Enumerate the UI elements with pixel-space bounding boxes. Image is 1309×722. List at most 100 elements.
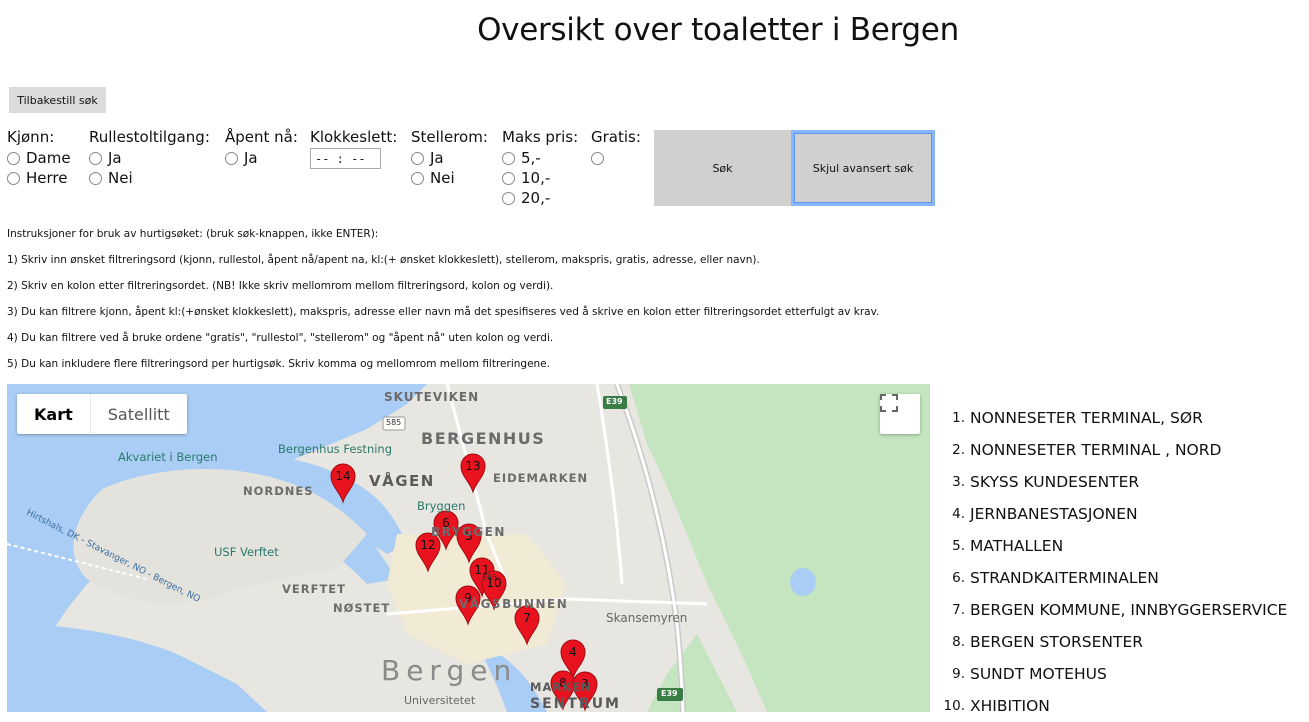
map-type-satellite[interactable]: Satellitt	[89, 394, 187, 434]
marker-label: 13	[465, 459, 480, 473]
result-name: STRANDKAITERMINALEN	[970, 569, 1159, 587]
search-button[interactable]: Søk	[654, 130, 791, 206]
map[interactable]: 14 13 6 12 5 11 10 9 7 4 8 3 SKUTEVIKEN BERGENHUS B…	[7, 384, 930, 712]
road-shield: 585	[386, 418, 402, 427]
radio-icon[interactable]	[89, 171, 102, 185]
radio-icon[interactable]	[411, 171, 424, 185]
time-input[interactable]: -- : --	[310, 148, 381, 169]
instruction-step: 3) Du kan filtrere kjonn, åpent kl:(+øns…	[7, 306, 880, 318]
open-now-option-ja[interactable]: Ja	[225, 148, 298, 168]
instruction-step: 4) Du kan filtrere ved å bruke ordene "g…	[7, 332, 554, 344]
radio-icon[interactable]	[502, 171, 515, 185]
changing-room-option-nei[interactable]: Nei	[411, 168, 488, 188]
map-label: Bryggen	[417, 499, 466, 513]
result-item[interactable]: 9. SUNDT MOTEHUS	[940, 658, 1287, 690]
result-item[interactable]: 4. JERNBANESTASJONEN	[940, 498, 1287, 530]
radio-icon[interactable]	[591, 151, 604, 165]
gender-label: Kjønn:	[7, 128, 55, 146]
marker-label: 7	[523, 611, 531, 625]
changing-room-option-ja[interactable]: Ja	[411, 148, 488, 168]
map-label: VERFTET	[282, 582, 347, 596]
map-label: Akvariet i Bergen	[118, 450, 218, 464]
max-price-filter: Maks pris: 5,- 10,- 20,-	[502, 128, 578, 208]
free-filter: Gratis:	[591, 128, 641, 168]
wheelchair-label: Rullestoltilgang:	[89, 128, 210, 146]
marker-label: 14	[335, 469, 350, 483]
result-number: 8.	[952, 634, 965, 650]
max-price-option-10[interactable]: 10,-	[502, 168, 578, 188]
instruction-step: 2) Skriv en kolon etter filtreringsordet…	[7, 280, 554, 292]
result-number: 4.	[952, 506, 965, 522]
hide-advanced-search-button[interactable]: Skjul avansert søk	[791, 130, 935, 206]
radio-icon[interactable]	[7, 151, 20, 165]
open-now-label: Åpent nå:	[225, 128, 298, 146]
result-number: 6.	[952, 570, 965, 586]
time-filter: Klokkeslett: -- : --	[310, 128, 397, 169]
radio-icon[interactable]	[89, 151, 102, 165]
marker-label: 4	[569, 645, 577, 659]
map-label: SENTRUM	[530, 696, 621, 712]
changing-room-label: Stellerom:	[411, 128, 488, 146]
radio-icon[interactable]	[502, 191, 515, 205]
changing-room-filter: Stellerom: Ja Nei	[411, 128, 488, 188]
fullscreen-icon	[880, 394, 898, 412]
result-name: MATHALLEN	[970, 537, 1064, 555]
instructions-heading: Instruksjoner for bruk av hurtigsøket: (…	[7, 228, 379, 240]
result-item[interactable]: 3. SKYSS KUNDESENTER	[940, 466, 1287, 498]
time-label: Klokkeslett:	[310, 128, 398, 146]
instruction-step: 5) Du kan inkludere flere filtreringsord…	[7, 358, 550, 370]
result-number: 2.	[952, 442, 965, 458]
result-name: BERGEN STORSENTER	[970, 633, 1144, 651]
gender-option-dame[interactable]: Dame	[7, 148, 71, 168]
result-name: XHIBITION	[970, 697, 1050, 715]
result-item[interactable]: 8. BERGEN STORSENTER	[940, 626, 1287, 658]
instruction-step: 1) Skriv inn ønsket filtreringsord (kjon…	[7, 254, 760, 266]
map-label: NØSTET	[333, 601, 391, 615]
map-type-control: Kart Satellitt	[17, 394, 187, 434]
map-label: Bergenhus Festning	[278, 442, 393, 456]
marker-label: 12	[420, 538, 435, 552]
radio-icon[interactable]	[502, 151, 515, 165]
fullscreen-button[interactable]	[880, 394, 920, 434]
radio-icon[interactable]	[411, 151, 424, 165]
map-label: Bergen	[381, 654, 518, 687]
map-label: VÅGSBUNNEN	[459, 597, 569, 611]
gender-option-herre[interactable]: Herre	[7, 168, 71, 188]
result-item[interactable]: 7. BERGEN KOMMUNE, INNBYGGERSERVICE	[940, 594, 1287, 626]
wheelchair-filter: Rullestoltilgang: Ja Nei	[89, 128, 210, 188]
map-label: VÅGEN	[369, 472, 435, 490]
road-shield: E39	[661, 689, 678, 698]
result-name: NONNESETER TERMINAL , NORD	[970, 441, 1222, 459]
reset-search-button[interactable]: Tilbakestill søk	[9, 87, 106, 113]
result-item[interactable]: 6. STRANDKAITERMINALEN	[940, 562, 1287, 594]
map-label: NORDNES	[243, 484, 314, 498]
map-label: MARKEN	[530, 680, 592, 694]
result-number: 5.	[952, 538, 965, 554]
road-shield: E39	[606, 397, 623, 406]
map-label: Universitetet	[404, 694, 476, 707]
result-name: SUNDT MOTEHUS	[970, 665, 1107, 683]
result-number: 9.	[952, 666, 965, 682]
page-title: Oversikt over toaletter i Bergen	[477, 12, 959, 48]
max-price-option-20[interactable]: 20,-	[502, 188, 578, 208]
map-label: BERGENHUS	[421, 429, 546, 448]
map-type-kart[interactable]: Kart	[17, 394, 90, 434]
wheelchair-option-ja[interactable]: Ja	[89, 148, 210, 168]
open-now-filter: Åpent nå: Ja	[225, 128, 298, 168]
wheelchair-option-nei[interactable]: Nei	[89, 168, 210, 188]
road-shield: 585	[482, 573, 498, 582]
map-label: EIDEMARKEN	[493, 471, 589, 485]
result-name: JERNBANESTASJONEN	[970, 505, 1138, 523]
map-label: Skansemyren	[606, 611, 688, 625]
result-name: BERGEN KOMMUNE, INNBYGGERSERVICE	[970, 601, 1288, 619]
map-label: USF Verftet	[214, 545, 279, 559]
result-item[interactable]: 1. NONNESETER TERMINAL, SØR	[940, 402, 1287, 434]
radio-icon[interactable]	[225, 151, 238, 165]
result-item[interactable]: 10. XHIBITION	[940, 690, 1287, 722]
result-item[interactable]: 5. MATHALLEN	[940, 530, 1287, 562]
radio-icon[interactable]	[7, 171, 20, 185]
result-item[interactable]: 2. NONNESETER TERMINAL , NORD	[940, 434, 1287, 466]
result-number: 3.	[952, 474, 965, 490]
max-price-option-5[interactable]: 5,-	[502, 148, 578, 168]
free-option[interactable]	[591, 148, 641, 168]
